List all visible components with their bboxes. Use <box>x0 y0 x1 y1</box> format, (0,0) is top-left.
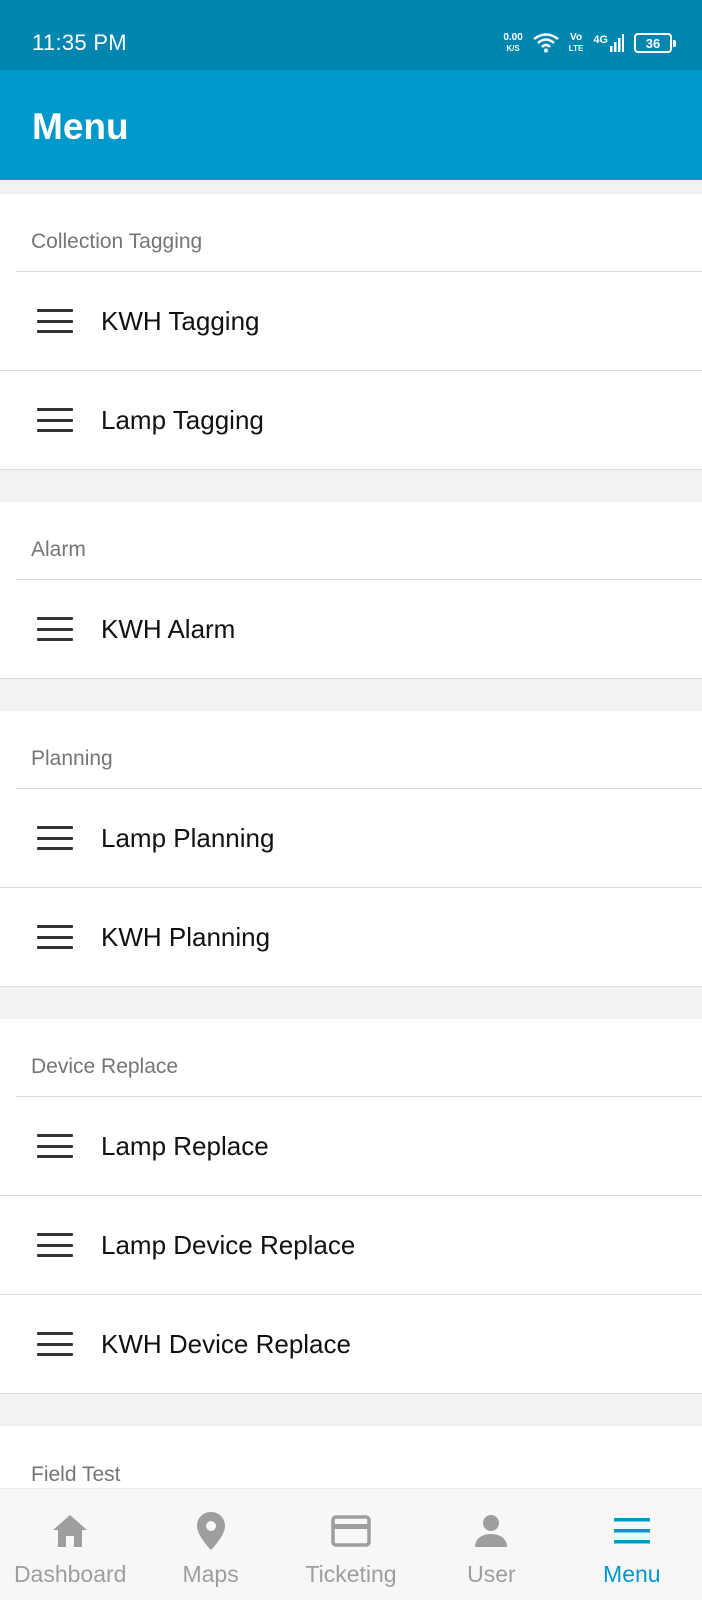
menu-item-label: Lamp Device Replace <box>101 1229 356 1260</box>
menu-item-kwh-alarm[interactable]: KWH Alarm <box>0 580 702 679</box>
status-icons: 0.00 K/S Vo LTE 4G 36 <box>503 28 676 58</box>
menu-item-label: KWH Tagging <box>101 305 260 336</box>
menu-item-label: Lamp Replace <box>101 1130 269 1161</box>
section-alarm: Alarm KWH Alarm <box>0 502 702 679</box>
section-field-test: Field Test <box>0 1426 702 1488</box>
page-title: Menu <box>32 106 129 147</box>
menu-item-label: KWH Alarm <box>101 613 236 644</box>
volte-top: Vo <box>570 32 583 43</box>
section-header: Collection Tagging <box>16 194 702 272</box>
section-header: Alarm <box>16 502 702 580</box>
nav-user[interactable]: User <box>421 1489 561 1600</box>
battery-icon: 36 <box>634 33 676 53</box>
section-header: Planning <box>16 711 702 789</box>
nav-ticketing[interactable]: Ticketing <box>281 1489 421 1600</box>
menu-item-label: Lamp Planning <box>101 822 275 853</box>
card-icon <box>331 1511 371 1551</box>
bottom-navigation: Dashboard Maps Ticketing User Menu <box>0 1488 702 1600</box>
home-icon <box>50 1511 90 1551</box>
menu-item-lamp-device-replace[interactable]: Lamp Device Replace <box>0 1196 702 1295</box>
status-bar: 11:35 PM 0.00 K/S Vo LTE 4G 36 <box>0 0 702 70</box>
nav-label: Ticketing <box>305 1561 397 1587</box>
menu-item-kwh-device-replace[interactable]: KWH Device Replace <box>0 1295 702 1394</box>
map-pin-icon <box>191 1511 231 1551</box>
network-speed-value: 0.00 <box>503 32 523 43</box>
menu-item-lamp-replace[interactable]: Lamp Replace <box>0 1097 702 1196</box>
section-device-replace: Device Replace Lamp Replace Lamp Device … <box>0 1019 702 1394</box>
battery-level: 36 <box>645 35 661 51</box>
nav-dashboard[interactable]: Dashboard <box>0 1489 140 1600</box>
section-collection-tagging: Collection Tagging KWH Tagging Lamp Tagg… <box>0 194 702 470</box>
menu-item-label: KWH Device Replace <box>101 1328 351 1359</box>
status-time: 11:35 PM <box>32 30 127 55</box>
nav-label: Maps <box>182 1561 239 1587</box>
nav-label: Dashboard <box>13 1561 127 1587</box>
network-speed: 0.00 K/S <box>503 32 522 54</box>
nav-label: User <box>467 1561 516 1587</box>
menu-content[interactable]: Collection Tagging KWH Tagging Lamp Tagg… <box>0 180 702 1488</box>
nav-label: Menu <box>603 1561 661 1587</box>
nav-maps[interactable]: Maps <box>140 1489 280 1600</box>
section-header: Field Test <box>31 1463 121 1486</box>
nav-menu[interactable]: Menu <box>562 1489 702 1600</box>
section-planning: Planning Lamp Planning KWH Planning <box>0 711 702 987</box>
menu-item-kwh-tagging[interactable]: KWH Tagging <box>0 272 702 371</box>
menu-item-kwh-planning[interactable]: KWH Planning <box>0 888 702 987</box>
list-icon <box>37 1332 73 1356</box>
network-speed-unit: K/S <box>506 44 520 53</box>
list-icon <box>37 408 73 432</box>
list-icon <box>37 826 73 850</box>
menu-icon <box>612 1511 652 1551</box>
list-icon <box>37 1134 73 1158</box>
signal-icon <box>610 34 624 52</box>
list-icon <box>37 1233 73 1257</box>
list-icon <box>37 925 73 949</box>
menu-item-lamp-tagging[interactable]: Lamp Tagging <box>0 371 702 470</box>
signal-group: 4G <box>593 34 624 52</box>
section-header: Device Replace <box>16 1019 702 1097</box>
menu-item-label: KWH Planning <box>101 921 271 952</box>
user-icon <box>471 1511 511 1551</box>
menu-item-lamp-planning[interactable]: Lamp Planning <box>0 789 702 888</box>
app-bar: Menu <box>0 70 702 180</box>
list-icon <box>37 309 73 333</box>
menu-item-label: Lamp Tagging <box>101 404 264 435</box>
volte-indicator: Vo LTE <box>569 32 584 54</box>
list-icon <box>37 617 73 641</box>
volte-bottom: LTE <box>568 44 584 53</box>
wifi-icon <box>533 33 559 53</box>
network-type: 4G <box>593 34 608 46</box>
